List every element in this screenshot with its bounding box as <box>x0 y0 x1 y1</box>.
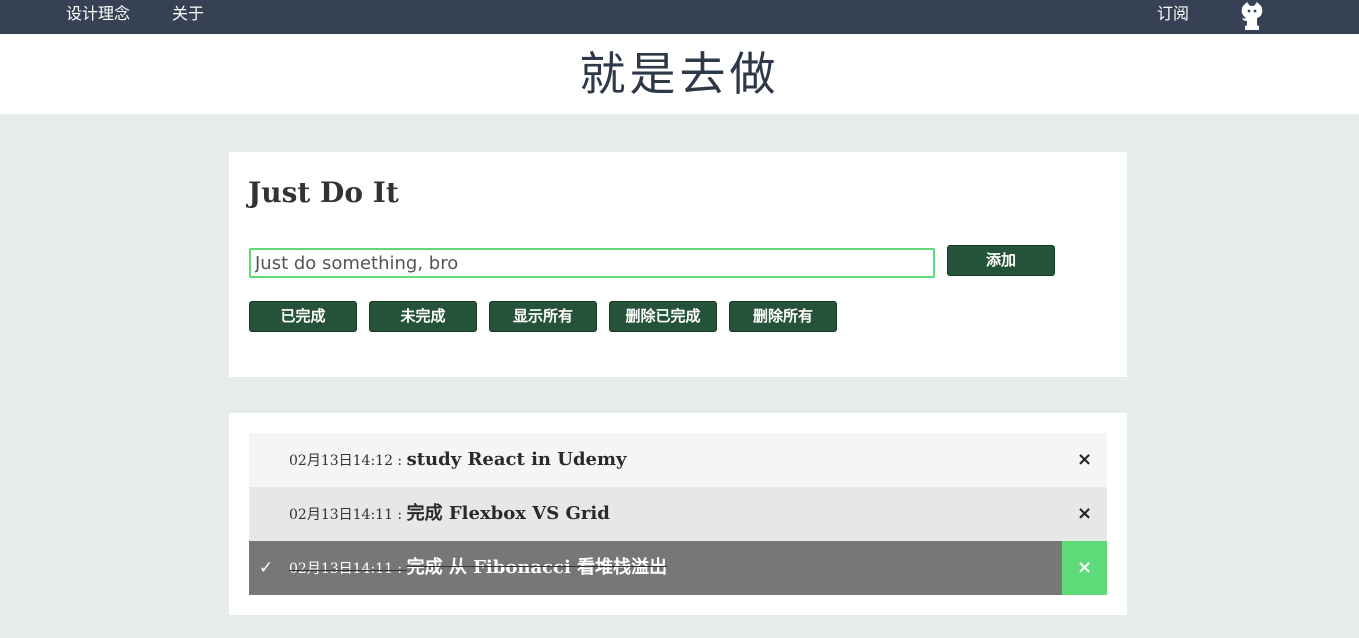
add-button[interactable]: 添加 <box>947 245 1055 276</box>
todo-item[interactable]: 02月13日14:11 : 完成 Flexbox VS Grid × <box>249 487 1107 541</box>
delete-all-button[interactable]: 删除所有 <box>729 301 837 332</box>
filter-completed-button[interactable]: 已完成 <box>249 301 357 332</box>
delete-todo-button[interactable]: × <box>1062 433 1107 487</box>
close-icon: × <box>1076 557 1093 578</box>
todo-list-panel: 02月13日14:12 : study React in Udemy × 02月… <box>229 413 1127 615</box>
show-all-button[interactable]: 显示所有 <box>489 301 597 332</box>
todo-item-text: 02月13日14:12 : study React in Udemy <box>289 433 627 488</box>
close-icon: × <box>1076 449 1093 470</box>
app-title: Just Do It <box>248 176 399 209</box>
todo-title: study React in Udemy <box>406 449 627 470</box>
todo-timestamp: 02月13日14:12 <box>289 453 393 469</box>
todo-item-completed[interactable]: ✓ 02月13日14:11 : 完成 从 Fibonacci 看堆栈溢出 × <box>249 541 1107 595</box>
todo-separator: : <box>392 453 407 469</box>
hero-banner: 就是去做 <box>0 34 1359 114</box>
check-icon: ✓ <box>259 558 274 578</box>
todo-timestamp: 02月13日14:11 <box>289 561 393 577</box>
nav-link-subscribe[interactable]: 订阅 <box>1157 0 1189 34</box>
hero-title: 就是去做 <box>579 47 780 101</box>
todo-title: 完成 从 Fibonacci 看堆栈溢出 <box>406 557 668 578</box>
nav-link-about[interactable]: 关于 <box>172 0 204 34</box>
todo-timestamp: 02月13日14:11 <box>289 507 393 523</box>
delete-todo-button[interactable]: × <box>1062 487 1107 541</box>
todo-item[interactable]: 02月13日14:12 : study React in Udemy × <box>249 433 1107 487</box>
close-icon: × <box>1076 503 1093 524</box>
todo-controls-panel: Just Do It 添加 已完成 未完成 显示所有 删除已完成 删除所有 <box>229 152 1127 377</box>
todo-item-text: 02月13日14:11 : 完成 从 Fibonacci 看堆栈溢出 <box>289 541 667 596</box>
delete-completed-button[interactable]: 删除已完成 <box>609 301 717 332</box>
github-icon[interactable] <box>1238 0 1266 32</box>
todo-item-text: 02月13日14:11 : 完成 Flexbox VS Grid <box>289 487 610 542</box>
nav-link-design[interactable]: 设计理念 <box>66 0 130 34</box>
top-navbar: 设计理念 关于 订阅 <box>0 0 1359 34</box>
delete-todo-button[interactable]: × <box>1062 541 1107 595</box>
filter-incomplete-button[interactable]: 未完成 <box>369 301 477 332</box>
todo-title: 完成 Flexbox VS Grid <box>406 503 610 524</box>
todo-separator: : <box>392 561 407 577</box>
todo-input[interactable] <box>249 248 935 278</box>
todo-separator: : <box>392 507 407 523</box>
